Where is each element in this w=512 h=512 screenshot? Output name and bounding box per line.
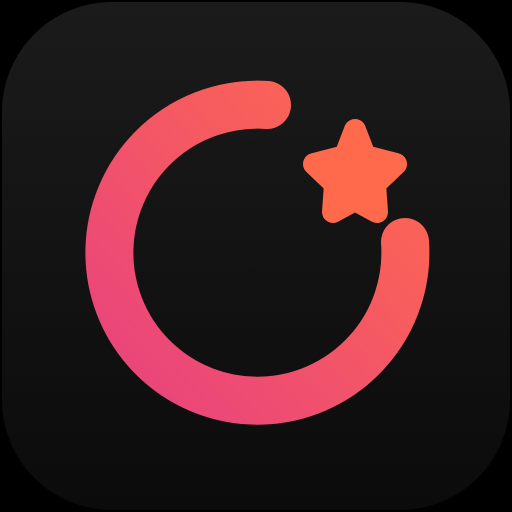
icon-canvas [0, 0, 512, 512]
icon-tile [2, 2, 510, 510]
app-icon-graphic [2, 2, 510, 510]
app-icon [0, 0, 512, 512]
